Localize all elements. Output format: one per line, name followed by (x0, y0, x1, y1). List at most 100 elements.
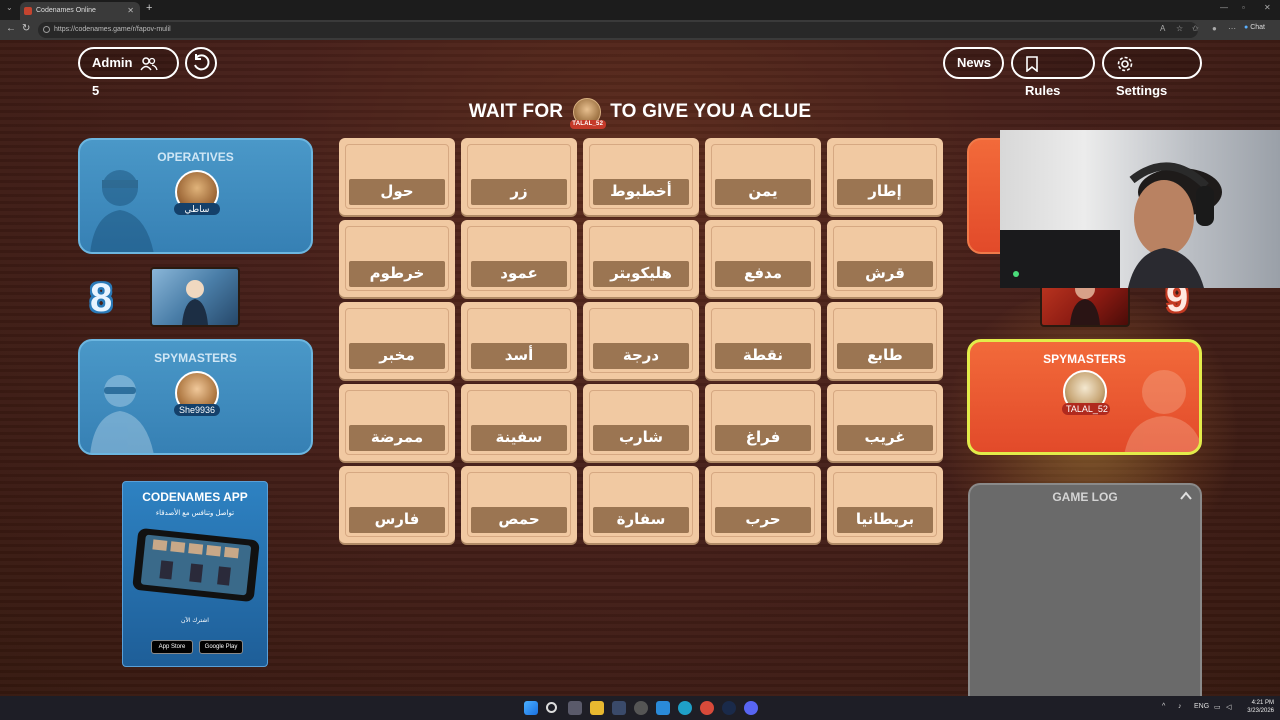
word-card[interactable]: فراغ (705, 384, 821, 461)
system-clock[interactable]: 4:21 PM 3/23/2026 (1238, 699, 1274, 715)
word-card[interactable]: أسد (461, 302, 577, 379)
new-tab-icon[interactable]: + (146, 2, 152, 14)
settings-label: Settings (1116, 83, 1168, 98)
agent-figure-icon (182, 280, 208, 325)
word-card[interactable]: غريب (827, 384, 943, 461)
word-card[interactable]: شارب (583, 384, 699, 461)
settings-button[interactable]: Settings (1102, 47, 1202, 98)
edge-icon[interactable] (678, 701, 692, 715)
profile-icon[interactable]: ● (1212, 24, 1217, 33)
word-card[interactable]: درجة (583, 302, 699, 379)
tray-overflow-icon[interactable]: ^ (1162, 703, 1165, 710)
favorites-bar-icon[interactable]: ✩ (1192, 24, 1199, 33)
close-tab-icon[interactable]: ✕ (127, 2, 134, 20)
clue-prefix: WAIT FOR (468, 101, 564, 123)
word-card[interactable]: إطار (827, 138, 943, 215)
card-word: بريطانيا (837, 507, 933, 533)
word-card[interactable]: هليكوبتر (583, 220, 699, 297)
word-card[interactable]: خرطوم (339, 220, 455, 297)
clue-giver-avatar: TALAL_52 (569, 98, 606, 129)
card-word: طابع (837, 343, 933, 369)
red-spymaster-name: TALAL_52 (1062, 403, 1110, 415)
windows-taskbar: ^ ♪ ENG ▭ ◁ 4:21 PM 3/23/2026 (0, 696, 1280, 720)
card-word: إطار (837, 179, 933, 205)
url-field[interactable]: https://codenames.game/r/fapov-mulil (38, 22, 1198, 38)
read-aloud-icon[interactable]: A (1160, 24, 1165, 33)
minimize-icon[interactable]: — (1220, 3, 1228, 12)
rules-label: Rules (1025, 83, 1061, 98)
word-card[interactable]: قرش (827, 220, 943, 297)
copilot-chat-button[interactable]: ● Chat (1244, 24, 1265, 31)
word-card[interactable]: بريطانيا (827, 466, 943, 543)
card-word: درجة (593, 343, 689, 369)
clock-date: 3/23/2026 (1247, 708, 1274, 714)
word-card[interactable]: حرب (705, 466, 821, 543)
rules-button[interactable]: Rules (1011, 47, 1095, 98)
player-count: 5 (92, 83, 100, 98)
blue-agent-card (150, 267, 240, 327)
word-card[interactable]: نقطة (705, 302, 821, 379)
language-indicator[interactable]: ENG (1194, 703, 1209, 710)
word-card[interactable]: حول (339, 138, 455, 215)
card-word: خرطوم (349, 261, 445, 287)
word-card[interactable]: زر (461, 138, 577, 215)
clock-time: 4:21 PM (1251, 700, 1274, 706)
maximize-icon[interactable]: ▫ (1242, 3, 1245, 12)
card-word: مخبر (349, 343, 445, 369)
refresh-icon[interactable]: ↻ (22, 23, 30, 34)
more-menu-icon[interactable]: ⋯ (1228, 24, 1236, 33)
task-view-icon[interactable] (568, 701, 582, 715)
word-card[interactable]: مدفع (705, 220, 821, 297)
undo-button[interactable] (185, 47, 217, 79)
microphone-icon[interactable]: ♪ (1178, 703, 1182, 710)
word-card[interactable]: عمود (461, 220, 577, 297)
word-card[interactable]: سفارة (583, 466, 699, 543)
back-icon[interactable]: ← (6, 23, 16, 34)
bookmark-icon (1026, 55, 1038, 73)
browser-tab[interactable]: Codenames Online ✕ (20, 2, 140, 20)
volume-icon[interactable]: ◁ (1226, 703, 1231, 711)
google-play-badge[interactable]: Google Play (199, 640, 243, 654)
store-icon[interactable] (612, 701, 626, 715)
word-card[interactable]: طابع (827, 302, 943, 379)
app-icon[interactable] (634, 701, 648, 715)
blue-spymasters-panel: SPYMASTERS She9936 (78, 339, 313, 455)
windows-start-icon[interactable] (524, 701, 538, 715)
search-icon[interactable] (546, 702, 557, 713)
blue-operatives-panel: OPERATIVES ساطي (78, 138, 313, 254)
word-card[interactable]: حمص (461, 466, 577, 543)
card-word: فارس (349, 507, 445, 533)
card-word: سفينة (471, 425, 567, 451)
tab-actions-icon[interactable]: ⌄ (6, 3, 13, 12)
network-icon[interactable]: ▭ (1214, 703, 1221, 711)
app-promo-banner[interactable]: CODENAMES APP تواصل وتنافس مع الأصدقاء ا… (122, 481, 268, 667)
clue-suffix: TO GIVE YOU A CLUE (610, 101, 812, 123)
operative-name: ساطي (174, 203, 220, 215)
undo-icon (194, 54, 210, 71)
game-viewport: Admin 5 News Rules Settings WAIT FOR TAL… (0, 40, 1280, 696)
app-store-badge[interactable]: App Store (151, 640, 193, 654)
streamer-webcam-icon (1000, 162, 1222, 288)
chrome-icon[interactable] (700, 701, 714, 715)
news-label: News (957, 55, 991, 70)
word-card[interactable]: يمن (705, 138, 821, 215)
card-word: شارب (593, 425, 689, 451)
word-card[interactable]: سفينة (461, 384, 577, 461)
browser-address-bar: ← ↻ https://codenames.game/r/fapov-mulil… (0, 20, 1280, 40)
news-button[interactable]: News (943, 47, 1004, 79)
steam-icon[interactable] (722, 701, 736, 715)
mail-icon[interactable] (656, 701, 670, 715)
word-card[interactable]: فارس (339, 466, 455, 543)
admin-button[interactable]: Admin 5 (78, 47, 179, 98)
word-card[interactable]: مخبر (339, 302, 455, 379)
discord-icon[interactable] (744, 701, 758, 715)
window-close-icon[interactable]: ✕ (1264, 3, 1271, 12)
word-card[interactable]: أخطبوط (583, 138, 699, 215)
clue-status: WAIT FOR TALAL_52 TO GIVE YOU A CLUE (340, 98, 940, 129)
word-card[interactable]: ممرضة (339, 384, 455, 461)
blue-spymasters-title: SPYMASTERS (154, 351, 237, 365)
file-explorer-icon[interactable] (590, 701, 604, 715)
favorite-icon[interactable]: ☆ (1176, 24, 1183, 33)
browser-tab-bar: ⌄ Codenames Online ✕ + — ▫ ✕ (0, 0, 1280, 20)
chevron-up-icon[interactable] (1180, 491, 1192, 501)
